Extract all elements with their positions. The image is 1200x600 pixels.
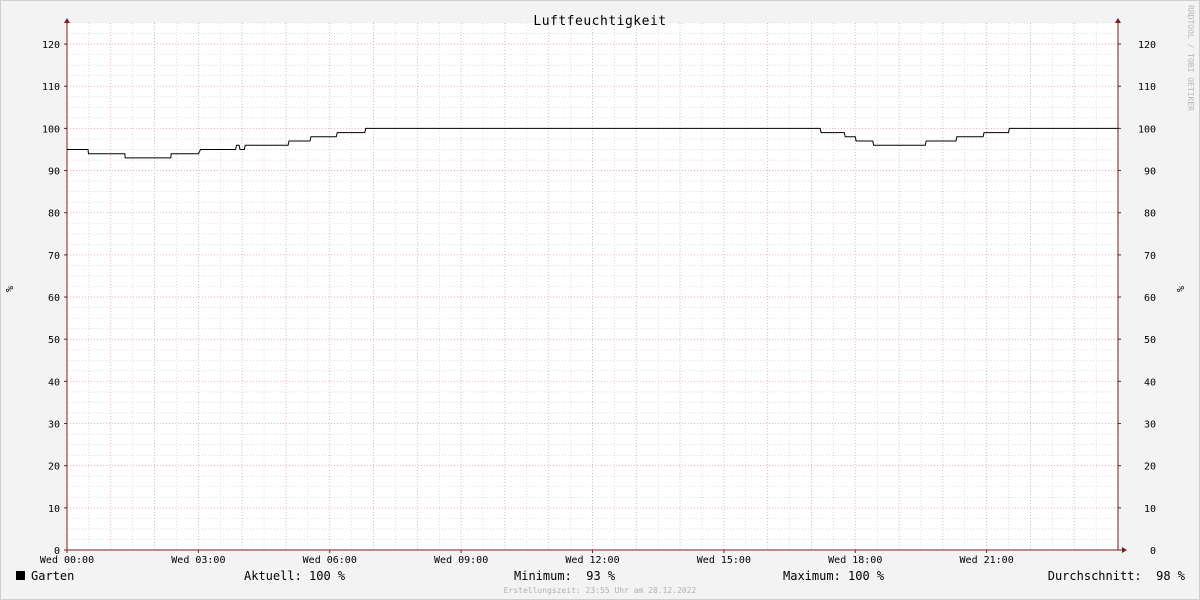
- y-tick-label: 40: [48, 377, 60, 388]
- x-tick-label: Wed 21:00: [960, 555, 1014, 566]
- y-tick-label: 40: [1144, 377, 1156, 388]
- legend-minimum: Minimum: 93 %: [514, 569, 616, 583]
- x-tick-label: Wed 15:00: [697, 555, 751, 566]
- y-tick-label: 30: [1144, 420, 1156, 431]
- x-axis-arrow: [1122, 547, 1127, 553]
- y-tick-label: 90: [48, 167, 60, 178]
- legend-series-name: Garten: [31, 569, 74, 583]
- chart-frame: 0 10 20 30 40 50 60 70 80 90 100 110 120 0 10 20 30 40 50…: [0, 0, 1200, 600]
- humidity-chart: 0 10 20 30 40 50 60 70 80 90 100 110 120 0 10 20 30 40 50…: [5, 5, 1195, 595]
- y-axis-arrow-right: [1115, 18, 1121, 23]
- y-axis-label-right: %: [1176, 286, 1187, 292]
- footer-timestamp: Erstellungszeit: 23:55 Uhr am 28.12.2022: [504, 586, 697, 595]
- x-tick-labels: Wed 00:00 Wed 03:00 Wed 06:00 Wed 09:00 Wed …: [40, 555, 1014, 566]
- x-tick-label: Wed 09:00: [434, 555, 488, 566]
- y-axis-arrow-left: [64, 18, 70, 23]
- y-tick-label: 20: [48, 462, 60, 473]
- y-tick-label: 110: [1138, 82, 1156, 93]
- y-tick-label: 0: [1150, 546, 1156, 557]
- x-tick-label: Wed 18:00: [828, 555, 882, 566]
- y-tick-label: 70: [48, 251, 60, 262]
- y-tick-label: 10: [1144, 504, 1156, 515]
- x-tick-label: Wed 12:00: [565, 555, 619, 566]
- y-axis-label-left: %: [5, 286, 16, 292]
- y-tick-label: 120: [42, 40, 60, 51]
- y-tick-labels-left: 0102030405060708090100110120: [42, 40, 60, 557]
- y-tick-label: 80: [1144, 209, 1156, 220]
- legend-current: Aktuell: 100 %: [244, 569, 346, 583]
- legend-maximum: Maximum: 100 %: [783, 569, 885, 583]
- chart-title: Luftfeuchtigkeit: [533, 14, 666, 29]
- y-tick-labels-right: 0 10 20 30 40 50 60 70 80 90 100 110 120: [1138, 40, 1156, 557]
- y-tick-label: 60: [48, 293, 60, 304]
- y-tick-label: 30: [48, 420, 60, 431]
- y-tick-label: 90: [1144, 167, 1156, 178]
- y-tick-label: 50: [1144, 335, 1156, 346]
- y-tick-label: 50: [48, 335, 60, 346]
- watermark: RRDTOOL / TOBI OETIKER: [1186, 5, 1195, 111]
- x-tick-label: Wed 03:00: [171, 555, 225, 566]
- y-tick-label: 20: [1144, 462, 1156, 473]
- legend-swatch: [16, 571, 25, 580]
- y-tick-label: 10: [48, 504, 60, 515]
- y-tick-label: 100: [1138, 124, 1156, 135]
- x-tick-label: Wed 00:00: [40, 555, 94, 566]
- y-tick-label: 80: [48, 209, 60, 220]
- y-tick-label: 120: [1138, 40, 1156, 51]
- y-tick-label: 110: [42, 82, 60, 93]
- legend-average: Durchschnitt: 98 %: [1048, 569, 1186, 583]
- y-tick-label: 100: [42, 124, 60, 135]
- y-tick-label: 60: [1144, 293, 1156, 304]
- x-tick-label: Wed 06:00: [303, 555, 357, 566]
- y-tick-label: 70: [1144, 251, 1156, 262]
